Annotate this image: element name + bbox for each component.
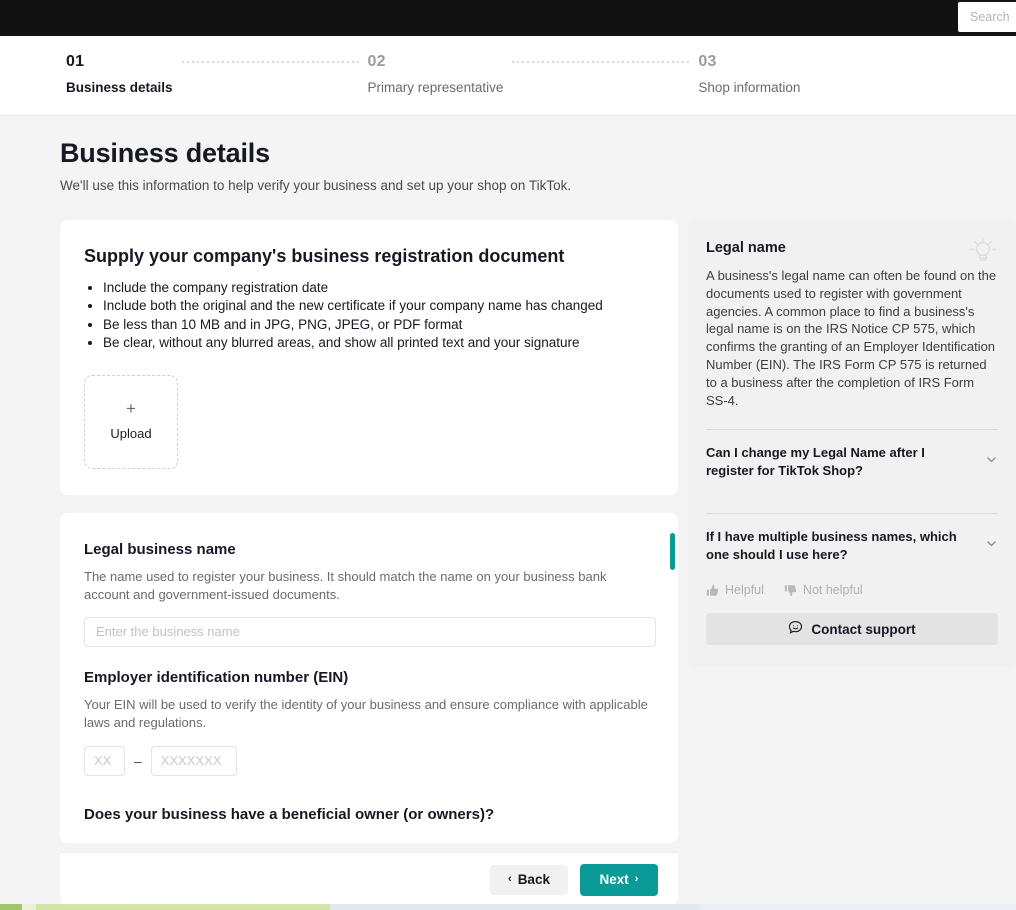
- list-item: Be clear, without any blurred areas, and…: [103, 334, 654, 352]
- legal-business-name-input[interactable]: [84, 616, 656, 647]
- not-helpful-label: Not helpful: [802, 583, 863, 598]
- helpful-label: Helpful: [725, 583, 764, 598]
- beneficial-owner-question: Does your business have a beneficial own…: [84, 805, 495, 823]
- back-button[interactable]: ‹ Back: [490, 864, 568, 895]
- ein-input-row: –: [84, 745, 654, 776]
- faq-item-1[interactable]: Can I change my Legal Name after I regis…: [706, 430, 998, 493]
- stepper-steps: 01 Business details 02 Primary represent…: [66, 52, 800, 97]
- page-title: Business details: [60, 138, 270, 168]
- help-panel-title: Legal name: [706, 240, 786, 256]
- step-connector-2: [512, 52, 689, 72]
- chevron-left-icon: ‹: [508, 873, 512, 885]
- step-label: Shop information: [698, 80, 801, 95]
- step-label: Business details: [66, 80, 173, 95]
- faq-item-2[interactable]: If I have multiple business names, which…: [706, 514, 998, 577]
- thumbs-up-icon: [706, 584, 719, 597]
- ein-suffix-input[interactable]: [150, 745, 237, 776]
- step-number: 03: [698, 53, 717, 70]
- onboarding-stepper: 01 Business details 02 Primary represent…: [0, 36, 1016, 116]
- step-3-shop-information[interactable]: 03 Shop information: [698, 52, 800, 97]
- ein-prefix-input[interactable]: [84, 745, 125, 776]
- list-item: Include the company registration date: [103, 279, 654, 297]
- chevron-down-icon: [985, 453, 998, 471]
- chevron-down-icon: [985, 537, 998, 555]
- ein-label: Employer identification number (EIN): [84, 668, 349, 686]
- form-scrollbar-thumb[interactable]: [670, 532, 675, 570]
- contact-support-button[interactable]: Contact support: [706, 613, 998, 646]
- page-subtitle: We'll use this information to help verif…: [60, 178, 572, 193]
- upload-requirements-list: Include the company registration date In…: [84, 279, 654, 353]
- step-1-business-details[interactable]: 01 Business details: [66, 52, 173, 97]
- legal-business-name-label: Legal business name: [84, 540, 236, 558]
- lightbulb-icon: [966, 234, 1000, 273]
- main-column: Supply your company's business registrat…: [60, 220, 678, 843]
- search-input[interactable]: [968, 9, 1016, 25]
- page-root: 01 Business details 02 Primary represent…: [0, 0, 1016, 910]
- side-column: Legal name A business's legal name can o…: [688, 220, 1016, 668]
- next-button-label: Next: [599, 872, 629, 887]
- chevron-right-icon: ›: [634, 873, 639, 885]
- list-item: Be less than 10 MB and in JPG, PNG, JPEG…: [103, 316, 654, 334]
- ein-help: Your EIN will be used to verify the iden…: [84, 696, 648, 730]
- upload-label: Upload: [110, 426, 152, 442]
- page-header: Business details We'll use this informat…: [60, 138, 760, 193]
- form-scrollbar-track[interactable]: [670, 521, 675, 833]
- ein-separator: –: [134, 752, 142, 769]
- back-button-label: Back: [517, 872, 550, 887]
- feedback-row: Helpful Not helpful: [706, 583, 998, 597]
- step-number: 01: [66, 53, 85, 70]
- thumbs-down-icon: [784, 584, 797, 597]
- list-item: Include both the original and the new ce…: [103, 297, 654, 315]
- help-panel: Legal name A business's legal name can o…: [688, 220, 1016, 668]
- upload-dropzone[interactable]: + Upload: [84, 374, 178, 469]
- step-connector-1: [182, 52, 359, 72]
- step-2-primary-representative[interactable]: 02 Primary representative: [368, 52, 504, 97]
- chat-smiley-icon: [788, 620, 803, 638]
- global-search-box[interactable]: [958, 2, 1016, 32]
- form-footer-bar: ‹ Back Next ›: [60, 852, 678, 906]
- faq-question: If I have multiple business names, which…: [706, 529, 957, 562]
- plus-icon: +: [126, 399, 136, 419]
- business-details-form-card: Legal business name The name used to reg…: [60, 512, 678, 843]
- help-panel-body: A business's legal name can often be fou…: [706, 268, 997, 408]
- ein-field-group: Employer identification number (EIN) You…: [84, 669, 654, 776]
- faq-question: Can I change my Legal Name after I regis…: [706, 445, 925, 478]
- not-helpful-button[interactable]: Not helpful: [784, 583, 863, 597]
- legal-business-name-field-group: Legal business name The name used to reg…: [84, 540, 656, 647]
- next-button[interactable]: Next ›: [580, 863, 658, 896]
- contact-support-label: Contact support: [811, 621, 916, 637]
- helpful-button[interactable]: Helpful: [706, 583, 764, 597]
- upload-card-title: Supply your company's business registrat…: [84, 246, 565, 266]
- step-number: 02: [367, 53, 386, 70]
- document-upload-card: Supply your company's business registrat…: [60, 220, 678, 495]
- page-bottom-edge: [0, 904, 1016, 910]
- top-navigation-bar: [0, 0, 1016, 36]
- legal-business-name-help: The name used to register your business.…: [84, 568, 607, 602]
- step-label: Primary representative: [367, 80, 504, 95]
